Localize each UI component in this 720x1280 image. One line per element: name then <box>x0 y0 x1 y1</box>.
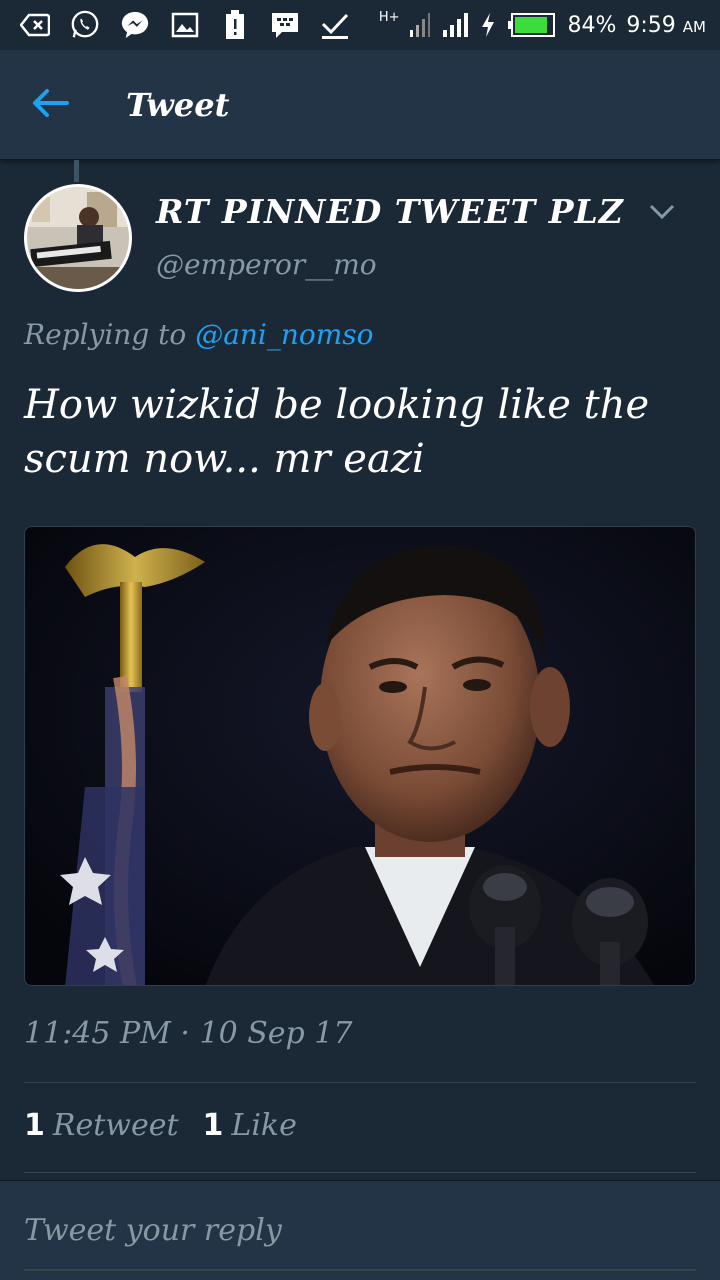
page-title: Tweet <box>126 85 230 124</box>
check-icon <box>320 10 350 40</box>
display-name[interactable]: RT PINNED TWEET PLZ <box>156 192 624 231</box>
reply-input-underline <box>24 1269 696 1271</box>
likes-label: Like <box>231 1108 297 1143</box>
thread-line <box>74 160 79 182</box>
charging-icon <box>479 10 497 40</box>
messenger-icon <box>120 10 150 40</box>
tweet-timestamp: 11:45 PM · 10 Sep 17 <box>24 1016 353 1051</box>
replying-prefix: Replying to <box>24 318 187 351</box>
battery-icon <box>507 10 557 40</box>
avatar[interactable] <box>24 184 132 292</box>
clock: 9:59 AM <box>626 13 706 38</box>
tweet-text: How wizkid be looking like the scum now.… <box>24 382 650 482</box>
tweet-menu-button[interactable] <box>640 196 684 232</box>
battery-alert-icon <box>220 10 250 40</box>
chevron-down-icon <box>649 204 675 224</box>
bbm-icon <box>270 10 300 40</box>
back-button[interactable] <box>10 65 90 145</box>
clock-suffix: AM <box>682 17 706 36</box>
status-bar: H+ 84% 9:59 AM <box>0 0 720 50</box>
app-header: Tweet <box>0 50 720 160</box>
replying-to: Replying to @ani_nomso <box>24 318 374 351</box>
tweet-photo[interactable] <box>24 526 696 986</box>
backspace-icon <box>20 10 50 40</box>
reply-input[interactable]: Tweet your reply <box>24 1213 282 1248</box>
retweets-stat[interactable]: 1 Retweet <box>24 1108 179 1143</box>
signal-icon <box>441 10 469 40</box>
arrow-left-icon <box>31 88 69 122</box>
network-type: H+ <box>378 9 400 25</box>
signal-icon <box>409 10 431 40</box>
tweet-stats: 1 Retweet 1 Like <box>24 1108 297 1143</box>
divider <box>24 1082 696 1083</box>
retweets-count: 1 <box>24 1108 45 1143</box>
likes-stat[interactable]: 1 Like <box>203 1108 297 1143</box>
likes-count: 1 <box>202 1108 224 1143</box>
avatar-image <box>27 187 129 289</box>
photo-image <box>25 527 695 985</box>
image-icon <box>170 10 200 40</box>
battery-percent: 84% <box>567 12 617 38</box>
clock-time: 9:59 <box>626 12 676 38</box>
user-handle[interactable]: @emperor__mo <box>156 248 377 281</box>
retweets-label: Retweet <box>52 1108 179 1143</box>
reply-bar: Tweet your reply <box>0 1180 720 1280</box>
divider <box>24 1172 696 1173</box>
whatsapp-icon <box>70 10 100 40</box>
replying-mention-link[interactable]: @ani_nomso <box>195 318 373 351</box>
